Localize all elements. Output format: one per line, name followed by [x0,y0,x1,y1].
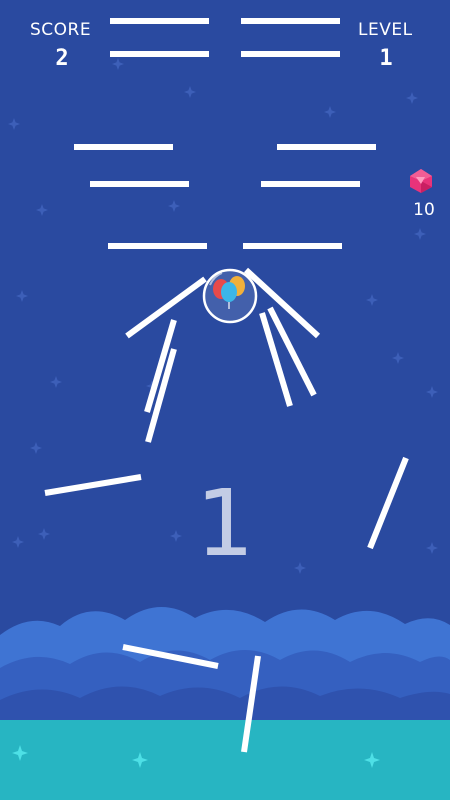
star [16,290,28,302]
ground [0,720,450,800]
player-bubble[interactable] [202,268,258,324]
star [38,528,50,540]
star [50,376,62,388]
level-value: 1 [379,46,393,71]
star [36,204,48,216]
level-label: LEVEL [358,20,413,40]
star [8,118,20,130]
star [366,294,378,306]
bar [44,474,142,496]
star [12,536,24,548]
gem-count: 10 [413,200,435,220]
score-label: SCORE [30,20,92,40]
bar [367,456,409,550]
star [168,200,180,212]
cloud-layer [0,606,450,800]
game-stage[interactable]: SCORE 2 LEVEL 1 10 1 [0,0,450,800]
star [392,352,404,364]
pink-gem-icon [410,169,432,193]
star [406,92,418,104]
star [426,386,438,398]
star [324,106,336,118]
star [184,86,196,98]
bar [125,276,207,339]
star [294,562,306,574]
star [112,58,124,70]
star [30,442,42,454]
bar [259,312,293,407]
star [426,542,438,554]
star [414,228,426,240]
countdown-number: 1 [195,470,255,577]
balloon-blue [221,282,237,302]
score-value: 2 [55,46,69,71]
game-scene [0,18,450,800]
